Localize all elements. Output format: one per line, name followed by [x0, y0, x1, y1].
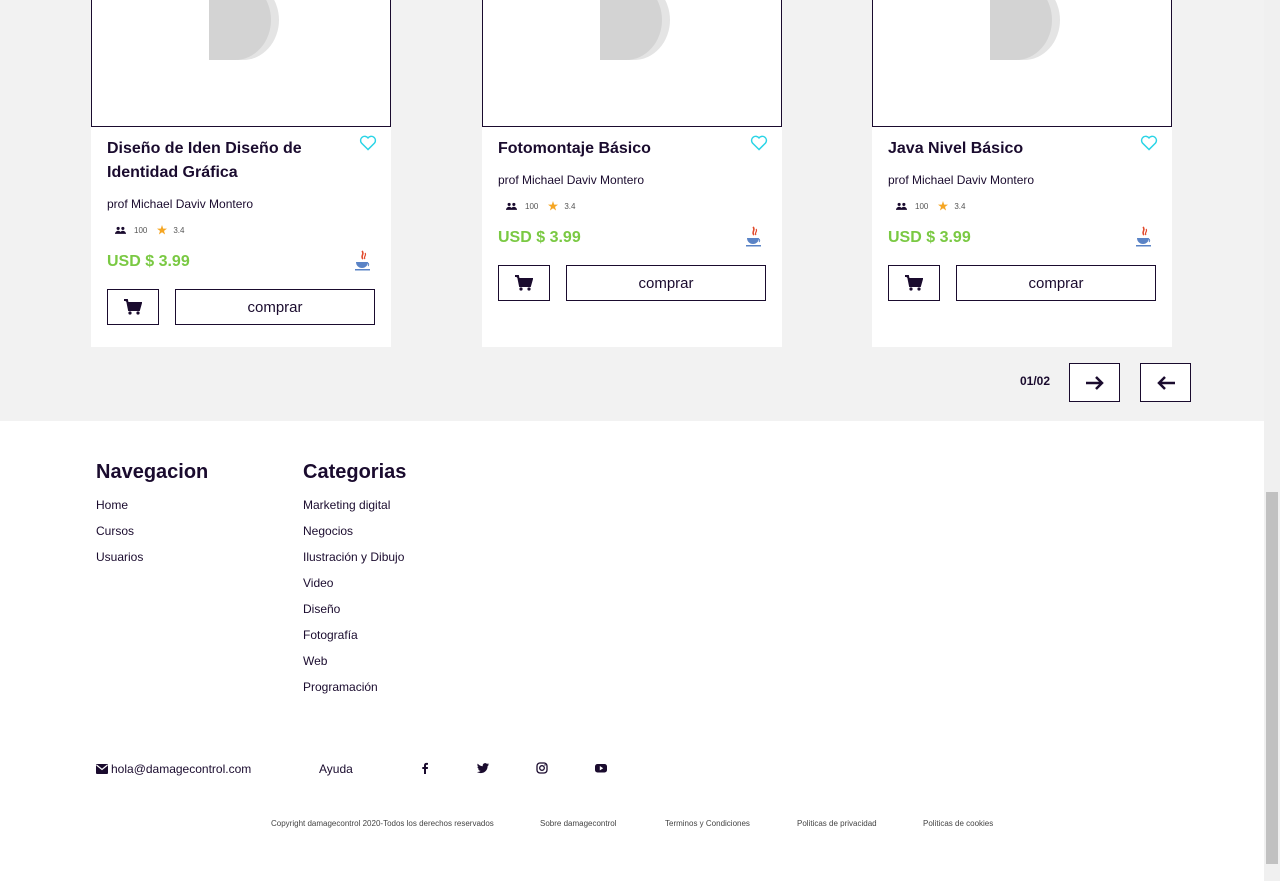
course-title[interactable]: Diseño de Iden Diseño de Identidad Gráfi…: [107, 137, 337, 185]
course-price: USD $ 3.99: [107, 253, 190, 270]
footer-category-item[interactable]: Web: [303, 654, 327, 668]
course-stats: 100 3.4: [115, 223, 375, 237]
copyright-text: Copyright damagecontrol 2020-Todos los d…: [271, 819, 494, 828]
users-icon: [115, 226, 126, 234]
add-to-cart-button[interactable]: [498, 265, 550, 301]
arrow-right-icon: [1085, 375, 1104, 390]
footer-category-item[interactable]: Fotografía: [303, 628, 358, 642]
brand-logo-icon: [600, 0, 670, 60]
youtube-icon[interactable]: [595, 762, 607, 774]
instagram-icon[interactable]: [536, 762, 548, 774]
course-card[interactable]: Java Nivel Básico prof Michael Daviv Mon…: [872, 0, 1172, 347]
star-icon: [548, 201, 559, 211]
help-link[interactable]: Ayuda: [319, 762, 353, 776]
buy-button[interactable]: comprar: [956, 265, 1156, 301]
course-stats: 100 3.4: [896, 199, 1156, 213]
facebook-icon[interactable]: [419, 762, 431, 774]
rating-value: 3.4: [173, 225, 185, 235]
course-title[interactable]: Java Nivel Básico: [888, 137, 1118, 161]
course-price: USD $ 3.99: [498, 229, 581, 246]
course-thumbnail[interactable]: [91, 0, 391, 127]
scrollbar-thumb[interactable]: [1266, 492, 1278, 864]
star-icon: [157, 225, 168, 235]
footer-category-item[interactable]: Video: [303, 576, 333, 590]
footer-nav-title: Navegacion: [96, 461, 209, 483]
buy-button[interactable]: comprar: [175, 289, 375, 325]
students-count: 100: [134, 225, 148, 235]
course-stats: 100 3.4: [506, 199, 766, 213]
cart-icon: [124, 299, 142, 315]
footer-category-item[interactable]: Programación: [303, 680, 378, 694]
favorite-heart-icon[interactable]: [1140, 135, 1158, 151]
cart-icon: [515, 275, 533, 291]
contact-email[interactable]: hola@damagecontrol.com: [96, 762, 251, 776]
course-professor: prof Michael Daviv Montero: [107, 197, 254, 211]
course-card[interactable]: Diseño de Iden Diseño de Identidad Gráfi…: [91, 0, 391, 347]
course-card[interactable]: Fotomontaje Básico prof Michael Daviv Mo…: [482, 0, 782, 347]
students-count: 100: [915, 201, 929, 211]
footer-category-item[interactable]: Diseño: [303, 602, 340, 616]
rating-value: 3.4: [564, 201, 576, 211]
envelope-icon: [96, 764, 108, 774]
java-icon: [1136, 226, 1151, 247]
contact-email-text: hola@damagecontrol.com: [111, 762, 252, 776]
footer-nav-cursos[interactable]: Cursos: [96, 524, 134, 538]
brand-logo-icon: [209, 0, 279, 60]
users-icon: [896, 202, 907, 210]
course-professor: prof Michael Daviv Montero: [498, 173, 645, 187]
footer-category-item[interactable]: Negocios: [303, 524, 353, 538]
brand-logo-icon: [990, 0, 1060, 60]
page-counter: 01/02: [1020, 374, 1051, 388]
java-icon: [355, 250, 370, 271]
cookies-link[interactable]: Politicas de cookies: [923, 819, 993, 828]
about-link[interactable]: Sobre damagecontrol: [540, 819, 617, 828]
favorite-heart-icon[interactable]: [359, 135, 377, 151]
favorite-heart-icon[interactable]: [750, 135, 768, 151]
java-icon: [746, 226, 761, 247]
twitter-icon[interactable]: [477, 762, 489, 774]
vertical-scrollbar[interactable]: [1264, 0, 1280, 881]
buy-button[interactable]: comprar: [566, 265, 766, 301]
courses-section: Diseño de Iden Diseño de Identidad Gráfi…: [0, 0, 1264, 421]
course-title[interactable]: Fotomontaje Básico: [498, 137, 728, 161]
prev-page-button[interactable]: [1140, 363, 1191, 402]
help-link-text: Ayuda: [319, 762, 353, 776]
students-count: 100: [525, 201, 539, 211]
course-thumbnail[interactable]: [872, 0, 1172, 127]
course-professor: prof Michael Daviv Montero: [888, 173, 1035, 187]
rating-value: 3.4: [954, 201, 966, 211]
users-icon: [506, 202, 517, 210]
footer-category-item[interactable]: Marketing digital: [303, 498, 390, 512]
footer-nav-home[interactable]: Home: [96, 498, 128, 512]
next-page-button[interactable]: [1069, 363, 1120, 402]
arrow-left-icon: [1156, 375, 1175, 390]
course-thumbnail[interactable]: [482, 0, 782, 127]
terms-link[interactable]: Terminos y Condiciones: [665, 819, 750, 828]
cart-icon: [905, 275, 923, 291]
star-icon: [938, 201, 949, 211]
add-to-cart-button[interactable]: [888, 265, 940, 301]
course-price: USD $ 3.99: [888, 229, 971, 246]
footer-category-item[interactable]: Ilustración y Dibujo: [303, 550, 404, 564]
privacy-link[interactable]: Politicas de privacidad: [797, 819, 877, 828]
footer-categories-title: Categorias: [303, 461, 407, 483]
footer-nav-usuarios[interactable]: Usuarios: [96, 550, 143, 564]
add-to-cart-button[interactable]: [107, 289, 159, 325]
